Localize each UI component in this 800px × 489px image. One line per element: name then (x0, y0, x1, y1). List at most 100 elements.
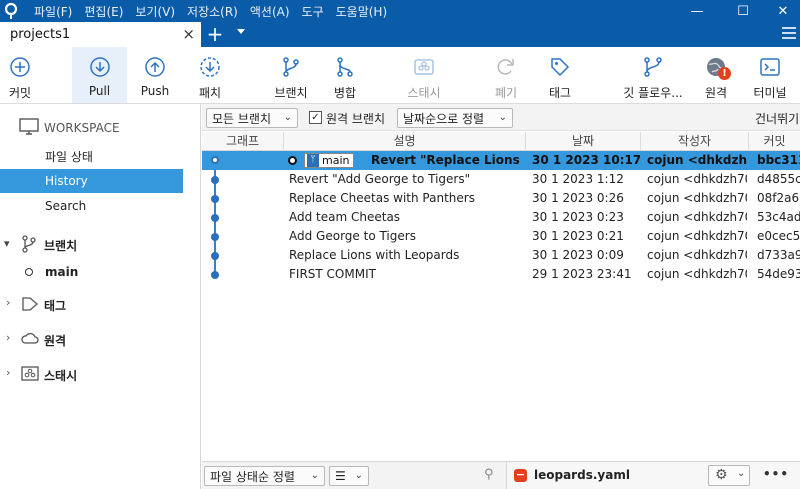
view-mode-select[interactable]: ☰ ⌄ (329, 466, 369, 486)
fetch-button[interactable]: 패치 (188, 47, 232, 103)
tab-close-icon[interactable]: × (182, 25, 195, 43)
menu-actions[interactable]: 액션(A) (250, 3, 290, 20)
sidebar-item-label: Search (45, 199, 87, 213)
graph-node (211, 176, 219, 184)
file-sort-select[interactable]: 파일 상태순 정렬 ⌄ (204, 466, 325, 486)
commit-button[interactable]: 커밋 (0, 47, 40, 103)
stash-label: 스태시 (407, 86, 441, 100)
tab-projects1[interactable]: projects1 × (0, 22, 201, 47)
menu-tools[interactable]: 도구 (302, 3, 324, 20)
chevron-down-icon: ⌄ (498, 112, 507, 123)
menu-file[interactable]: 파일(F) (34, 3, 72, 20)
stash-icon (21, 366, 39, 381)
pull-label: Pull (88, 84, 111, 98)
merge-label: 병합 (333, 86, 357, 100)
tag-button[interactable]: 태그 (540, 47, 580, 103)
show-remote-checkbox[interactable]: ✓ (309, 111, 322, 124)
discard-button[interactable]: 폐기 (486, 47, 526, 103)
commit-author: cojun <dhkdzh70 (647, 191, 747, 205)
maximize-button[interactable]: ☐ (720, 0, 766, 22)
commit-row[interactable]: Revert "Add George to Tigers" 30 1 2023 … (202, 170, 800, 189)
sidebar-item-file-status[interactable]: 파일 상태 (0, 144, 183, 168)
branch-label-text: main (322, 154, 350, 167)
git-flow-button[interactable]: 깃 플로우... (618, 47, 688, 103)
stashes-header[interactable]: › 스태시 (0, 361, 201, 387)
remotes-header[interactable]: › 원격 (0, 326, 201, 352)
terminal-button[interactable]: 터미널 (750, 47, 790, 103)
commit-hash: 53c4add (757, 210, 800, 224)
menu-view[interactable]: 보기(V) (135, 3, 175, 20)
monitor-icon (19, 118, 39, 135)
hamburger-menu-icon[interactable] (782, 27, 796, 40)
branches-title: 브랜치 (44, 239, 78, 253)
column-commit[interactable]: 커밋 (749, 132, 800, 151)
tab-list-chevron-icon[interactable] (237, 29, 245, 34)
chevron-down-icon: ⌄ (737, 468, 746, 479)
sidebar-item-history[interactable]: History (0, 169, 183, 193)
menu-help[interactable]: 도움말(H) (336, 3, 388, 20)
commit-author: cojun <dhkdzh70 (647, 267, 747, 281)
commit-description: Replace Lions with Leopards (289, 248, 460, 262)
menu-repository[interactable]: 저장소(R) (187, 3, 238, 20)
file-options-button[interactable]: ⚙ ⌄ (708, 465, 750, 486)
commit-row[interactable]: Add George to Tigers 30 1 2023 0:21 coju… (202, 227, 800, 246)
branch-label: 브랜치 (274, 86, 308, 100)
branches-header[interactable]: ▾ 브랜치 (0, 231, 201, 257)
commit-row[interactable]: Replace Cheetas with Panthers 30 1 2023 … (202, 189, 800, 208)
gear-icon: ⚙ (715, 467, 728, 483)
branch-filter-select[interactable]: 모든 브랜치 ⌄ (206, 108, 298, 128)
column-graph[interactable]: 그래프 (202, 132, 284, 151)
column-date[interactable]: 날짜 (526, 132, 641, 151)
commit-list: ᛘ main Revert "Replace Lions wit 30 1 20… (202, 151, 800, 461)
column-description[interactable]: 설명 (284, 132, 526, 151)
search-icon[interactable]: ⚲ (484, 467, 494, 482)
stash-button[interactable]: 스태시 (398, 47, 450, 103)
push-button[interactable]: Push (131, 47, 179, 103)
filter-bar: 모든 브랜치 ⌄ ✓ 원격 브랜치 날짜순으로 정렬 ⌄ 건너뛰기: (202, 104, 800, 131)
tab-label: projects1 (10, 27, 71, 42)
pull-button[interactable]: Pull (72, 47, 127, 103)
branch-button[interactable]: 브랜치 (268, 47, 314, 103)
file-sort-value: 파일 상태순 정렬 (210, 469, 295, 484)
branch-icon (283, 57, 299, 77)
minimize-button[interactable]: — (674, 0, 720, 22)
column-author[interactable]: 작성자 (641, 132, 749, 151)
commit-description: Revert "Add George to Tigers" (289, 172, 471, 186)
menu-bar: 파일(F) 편집(E) 보기(V) 저장소(R) 액션(A) 도구 도움말(H)… (0, 0, 800, 22)
remote-button[interactable]: 원격 ! (696, 47, 736, 103)
branch-label-main[interactable]: ᛘ main (304, 153, 355, 168)
commit-date: 30 1 2023 1:12 (532, 172, 624, 186)
sidebar-item-search[interactable]: Search (0, 194, 183, 218)
more-options-button[interactable]: ••• (763, 467, 789, 481)
close-window-button[interactable]: ✕ (766, 0, 800, 22)
file-modified-icon: − (514, 468, 527, 482)
chevron-right-icon: › (6, 366, 11, 379)
branch-filter-value: 모든 브랜치 (212, 111, 272, 126)
commit-row[interactable]: FIRST COMMIT 29 1 2023 23:41 cojun <dhkd… (202, 265, 800, 284)
commit-description: FIRST COMMIT (289, 267, 376, 281)
sort-select[interactable]: 날짜순으로 정렬 ⌄ (397, 108, 513, 128)
push-label: Push (140, 84, 170, 98)
commit-description: Add George to Tigers (289, 229, 416, 243)
pull-icon (89, 57, 110, 77)
workspace-title: WORKSPACE (44, 121, 120, 135)
new-tab-button[interactable]: + (205, 22, 225, 47)
commit-hash: e0cec5f (757, 229, 800, 243)
commit-row[interactable]: ᛘ main Revert "Replace Lions wit 30 1 20… (202, 151, 800, 170)
sidebar-item-branch-main[interactable]: main (0, 260, 183, 284)
graph-node (211, 214, 219, 222)
tag-icon (22, 297, 38, 311)
stashes-title: 스태시 (44, 369, 78, 383)
menu-edit[interactable]: 편집(E) (84, 3, 123, 20)
current-branch-icon (25, 268, 33, 276)
tags-header[interactable]: › 태그 (0, 291, 201, 317)
remotes-title: 원격 (44, 334, 67, 348)
commit-row[interactable]: Replace Lions with Leopards 30 1 2023 0:… (202, 246, 800, 265)
branch-icon (22, 235, 36, 253)
merge-button[interactable]: 병합 (323, 47, 367, 103)
graph-node (211, 271, 219, 279)
commit-row[interactable]: Add team Cheetas 30 1 2023 0:23 cojun <d… (202, 208, 800, 227)
chevron-right-icon: › (6, 296, 11, 309)
commit-icon (10, 57, 30, 77)
commit-date: 29 1 2023 23:41 (532, 267, 632, 281)
